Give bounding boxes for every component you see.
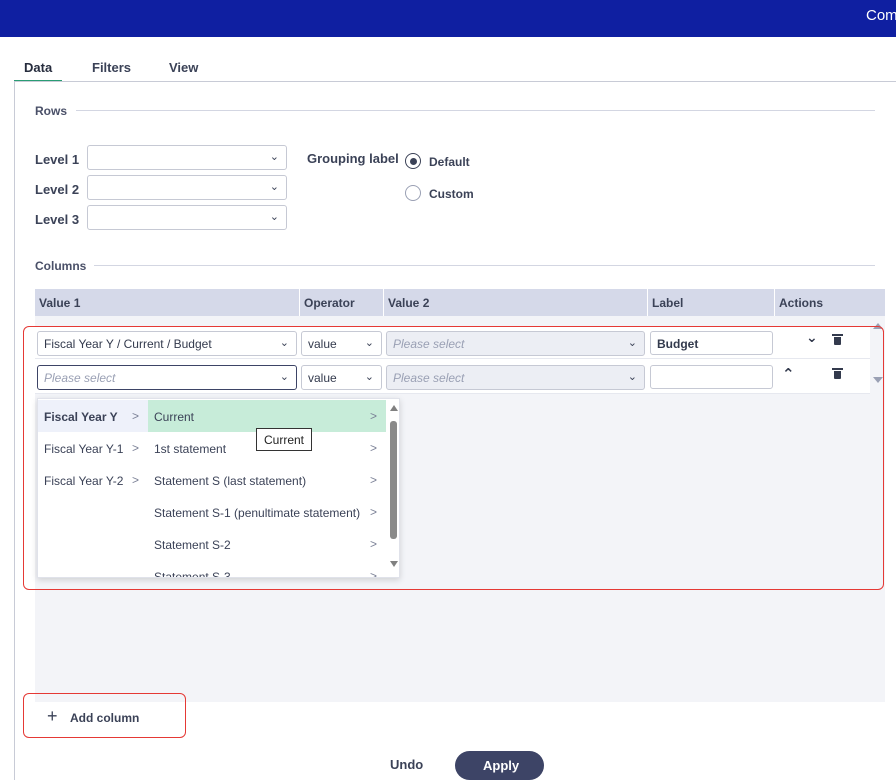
grouping-custom-radio[interactable]: [405, 185, 421, 201]
grouping-default-radio[interactable]: [405, 153, 421, 169]
header-value-1: Value 1: [39, 296, 81, 310]
header-label: Label: [652, 296, 684, 310]
level-2-label: Level 2: [35, 182, 80, 197]
header-separator: [299, 289, 300, 316]
tab-bar: Data Filters View: [14, 56, 896, 82]
chevron-down-icon: ⌄: [269, 211, 279, 223]
grouping-label: Grouping label: [307, 151, 399, 166]
columns-table-header: Value 1 Operator Value 2 Label Actions: [35, 289, 885, 316]
grouping-default-label: Default: [429, 155, 470, 169]
header-separator: [774, 289, 775, 316]
header-value-2: Value 2: [388, 296, 430, 310]
level-1-select[interactable]: ⌄: [87, 145, 287, 170]
undo-button[interactable]: Undo: [380, 757, 423, 772]
apply-button[interactable]: Apply: [455, 751, 544, 780]
grouping-custom-label: Custom: [429, 187, 474, 201]
tab-view[interactable]: View: [169, 56, 198, 82]
chevron-down-icon: ⌄: [269, 151, 279, 163]
header-separator: [647, 289, 648, 316]
tab-filters[interactable]: Filters: [92, 56, 131, 82]
add-column-label: Add column: [70, 711, 140, 725]
level-1-label: Level 1: [35, 152, 80, 167]
rows-section-title: Rows: [35, 104, 68, 118]
level-2-select[interactable]: ⌄: [87, 175, 287, 200]
annotation-highlight-columns: [23, 326, 884, 590]
header-separator: [383, 289, 384, 316]
level-3-select[interactable]: ⌄: [87, 205, 287, 230]
columns-section-title: Columns: [35, 259, 87, 273]
header-actions: Actions: [779, 296, 824, 310]
chevron-down-icon: ⌄: [269, 181, 279, 193]
rows-divider: [76, 110, 875, 111]
header-operator: Operator: [304, 296, 355, 310]
columns-divider: [94, 265, 875, 266]
top-bar: Com: [0, 0, 896, 37]
level-3-label: Level 3: [35, 212, 80, 227]
plus-icon: +: [47, 706, 58, 726]
app-title: Com: [866, 7, 896, 24]
apply-label: Apply: [483, 758, 520, 773]
tab-data[interactable]: Data: [14, 56, 62, 82]
